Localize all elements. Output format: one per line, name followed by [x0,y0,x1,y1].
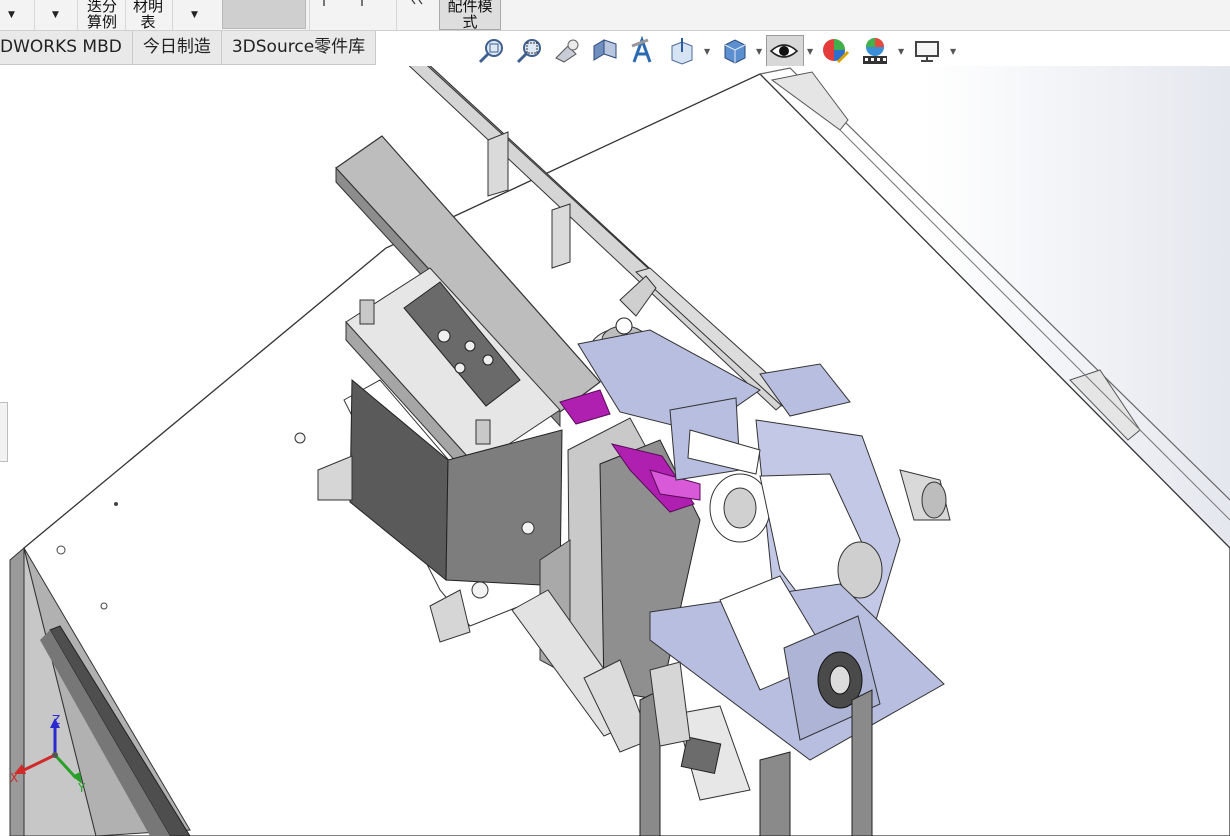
triad-z-label: Z [52,713,60,727]
ribbon-button-label: 配件模 式 [440,0,500,30]
ribbon-label-line2: 表 [140,13,156,31]
chevron-down-icon[interactable]: ▼ [52,10,59,20]
tab-today-manufacturing[interactable]: 今日制造 [132,31,222,65]
chevron-down-icon[interactable]: ▼ [8,10,15,20]
tab-3dsource[interactable]: 3DSource零件库 [221,31,377,65]
ribbon-label-line1: 材明 [132,0,163,15]
zoom-to-fit-icon[interactable] [476,36,506,66]
ribbon-button-large-design-review[interactable]: 配件模 式 [439,0,501,30]
ribbon-separator [396,0,397,30]
clipped-glyph-icon [411,0,423,5]
ribbon-button-disabled[interactable] [222,0,306,29]
ribbon-separator [77,0,78,30]
ribbon-button-study[interactable]: 迭分 算例 [83,0,121,30]
chevron-down-icon[interactable]: ▼ [756,47,762,56]
command-ribbon: ▼ ▼ 迭分 算例 材明 表 ▼ 配件模 式 [0,0,1230,31]
chevron-down-icon[interactable]: ▼ [807,47,813,56]
side-panel-collapse-handle[interactable] [0,402,8,462]
hide-show-items-icon [769,44,799,58]
previous-view-icon[interactable] [552,36,582,66]
ribbon-separator [125,0,126,30]
display-style-icon[interactable] [720,36,750,66]
command-manager-tabs: DWORKS MBD 今日制造 3DSource零件库 [0,31,377,65]
hide-show-items-button[interactable] [766,35,804,69]
view-settings-icon[interactable] [912,36,942,66]
triad-y-label: Y [77,781,86,795]
ribbon-separator [172,0,173,30]
ribbon-label-line1: 迭分 [86,0,117,15]
zoom-to-area-icon[interactable] [514,36,544,66]
view-orientation-icon[interactable] [666,36,696,66]
ribbon-button-bom[interactable]: 材明 表 [131,0,165,30]
ribbon-label-line2: 式 [462,13,478,31]
graphics-area[interactable]: Z X Y [0,66,1230,836]
chevron-down-icon[interactable]: ▼ [950,47,956,56]
triad-x-label: X [10,771,18,785]
tab-mbd[interactable]: DWORKS MBD [0,31,133,65]
ribbon-label-line1: 配件模 [447,0,493,15]
chevron-down-icon[interactable]: ▼ [704,47,710,56]
ribbon-separator [34,0,35,30]
chevron-down-icon[interactable]: ▼ [898,47,904,56]
chevron-down-icon[interactable]: ▼ [191,10,198,20]
edit-appearance-icon[interactable] [820,36,850,66]
dynamic-annotation-icon[interactable] [628,36,658,66]
clipped-glyph-icon [323,0,363,6]
apply-scene-icon[interactable] [860,36,890,66]
section-view-icon[interactable] [590,36,620,66]
ribbon-separator [309,0,310,30]
ribbon-label-line2: 算例 [86,13,117,31]
